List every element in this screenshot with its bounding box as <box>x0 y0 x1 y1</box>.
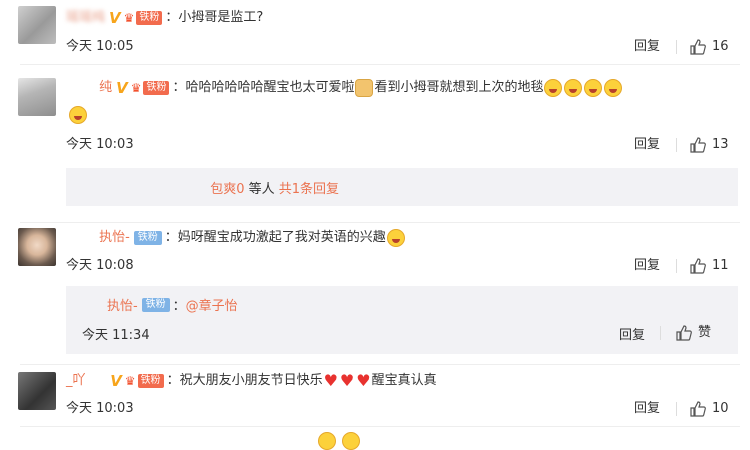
thumbs-up-icon <box>690 39 706 55</box>
like-count: 10 <box>712 401 729 416</box>
comment-time: 今天 10:08 <box>66 258 134 273</box>
comment-text: ：祝大朋友小朋友节日快乐 <box>166 373 323 388</box>
avatar[interactable] <box>18 372 56 410</box>
v-badge-icon: V <box>116 79 128 97</box>
username-link[interactable]: 纯 <box>66 78 112 98</box>
avatar[interactable] <box>18 6 56 44</box>
sub-reply-line: 执怡- 铁粉 ： @章子怡 <box>78 295 238 314</box>
thumbs-up-icon <box>676 325 692 341</box>
divider <box>676 40 677 54</box>
laughing-emoji-icon <box>386 229 405 247</box>
crown-icon: ♛ <box>123 11 135 25</box>
sub-reply-summary[interactable]: 包爽0 等人 共1条回复 <box>66 168 738 206</box>
partial-emoji-row <box>318 432 366 450</box>
sub-reply: 执怡- 铁粉 ： @章子怡 今天 11:34 回复 赞 <box>66 286 738 354</box>
like-button[interactable]: 16 <box>690 38 729 56</box>
username-link[interactable]: 执怡- <box>78 295 138 314</box>
sub-summary-middle: 等人 <box>244 182 279 197</box>
laughing-emoji-icon <box>69 106 87 124</box>
mention-link[interactable]: @章子怡 <box>186 295 238 314</box>
fan-badge[interactable]: 铁粉 <box>137 374 164 388</box>
reply-button[interactable]: 回复 <box>634 257 660 275</box>
like-count: 13 <box>712 137 729 152</box>
v-badge-icon: V <box>109 9 121 27</box>
sub-summary-line: 包爽0 等人 共1条回复 <box>78 178 339 197</box>
red-heart-icon: ♥ <box>356 371 371 390</box>
reply-button[interactable]: 回复 <box>634 400 660 418</box>
sub-reply-time: 今天 11:34 <box>82 328 150 343</box>
divider <box>660 326 661 340</box>
comment-time: 今天 10:03 <box>66 137 134 152</box>
reply-button[interactable]: 回复 <box>634 38 660 56</box>
avatar[interactable] <box>18 228 56 266</box>
comment-time: 今天 10:05 <box>66 39 134 54</box>
fan-badge[interactable]: 铁粉 <box>133 231 162 245</box>
reply-button[interactable]: 回复 <box>634 136 660 154</box>
divider <box>20 426 740 427</box>
comment-text: 醒宝真认真 <box>371 373 437 388</box>
v-badge-icon: V <box>110 372 122 390</box>
crown-icon: ♛ <box>130 81 142 95</box>
username-link[interactable]: _吖 <box>66 371 106 391</box>
sub-reply-prefix: ： <box>172 299 186 314</box>
username-link[interactable]: 执怡- <box>66 228 130 248</box>
laughing-emoji-icon <box>604 79 623 97</box>
divider <box>20 222 740 223</box>
like-button[interactable]: 10 <box>690 400 729 418</box>
view-replies-link[interactable]: 共1条回复 <box>279 182 339 197</box>
divider <box>676 259 677 273</box>
comment-line: 执怡- 铁粉 ：妈呀醒宝成功激起了我对英语的兴趣 <box>66 228 406 248</box>
laughing-emoji-icon <box>342 432 360 450</box>
like-button[interactable]: 11 <box>690 257 729 275</box>
fan-badge[interactable]: 铁粉 <box>136 11 163 25</box>
comment-text: ：妈呀醒宝成功激起了我对英语的兴趣 <box>164 230 386 245</box>
comment-line: 瑶瑶纯 V ♛ 铁粉 ：小拇哥是监工? <box>66 8 263 28</box>
thumbs-up-icon <box>690 401 706 417</box>
username-link[interactable]: 瑶瑶纯 <box>66 8 105 28</box>
divider <box>676 138 677 152</box>
divider <box>20 364 740 365</box>
laughing-emoji-icon <box>544 79 563 97</box>
like-label: 赞 <box>698 325 712 340</box>
sub-summary-users[interactable]: 包爽0 <box>78 182 244 197</box>
doge-emoji-icon <box>355 79 374 97</box>
comment-time: 今天 10:03 <box>66 401 134 416</box>
divider <box>676 402 677 416</box>
crown-icon: ♛ <box>124 374 136 388</box>
thumbs-up-icon <box>690 258 706 274</box>
red-heart-icon: ♥ <box>323 371 338 390</box>
reply-button[interactable]: 回复 <box>619 324 645 343</box>
red-heart-icon: ♥ <box>339 371 355 390</box>
comment-text: ：哈哈哈哈哈哈醒宝也太可爱啦 <box>172 80 355 95</box>
laughing-emoji-icon <box>564 79 583 97</box>
laughing-emoji-icon <box>318 432 336 450</box>
comment-line: 纯 V ♛ 铁粉 ：哈哈哈哈哈哈醒宝也太可爱啦 看到小拇哥就想到上次的地毯 <box>66 78 623 98</box>
comment-text: ：小拇哥是监工? <box>165 10 264 25</box>
like-button[interactable]: 13 <box>690 136 729 154</box>
emoji-line <box>68 106 88 124</box>
like-button[interactable]: 赞 <box>676 324 711 342</box>
comment-text: 看到小拇哥就想到上次的地毯 <box>374 80 544 95</box>
fan-badge[interactable]: 铁粉 <box>143 81 170 95</box>
avatar[interactable] <box>18 78 56 116</box>
comment-line: _吖 V ♛ 铁粉 ：祝大朋友小朋友节日快乐 ♥ ♥ ♥ 醒宝真认真 <box>66 371 437 391</box>
like-count: 11 <box>712 258 729 273</box>
laughing-emoji-icon <box>584 79 603 97</box>
like-count: 16 <box>712 39 729 54</box>
fan-badge[interactable]: 铁粉 <box>141 297 170 312</box>
thumbs-up-icon <box>690 137 706 153</box>
divider <box>20 64 740 65</box>
